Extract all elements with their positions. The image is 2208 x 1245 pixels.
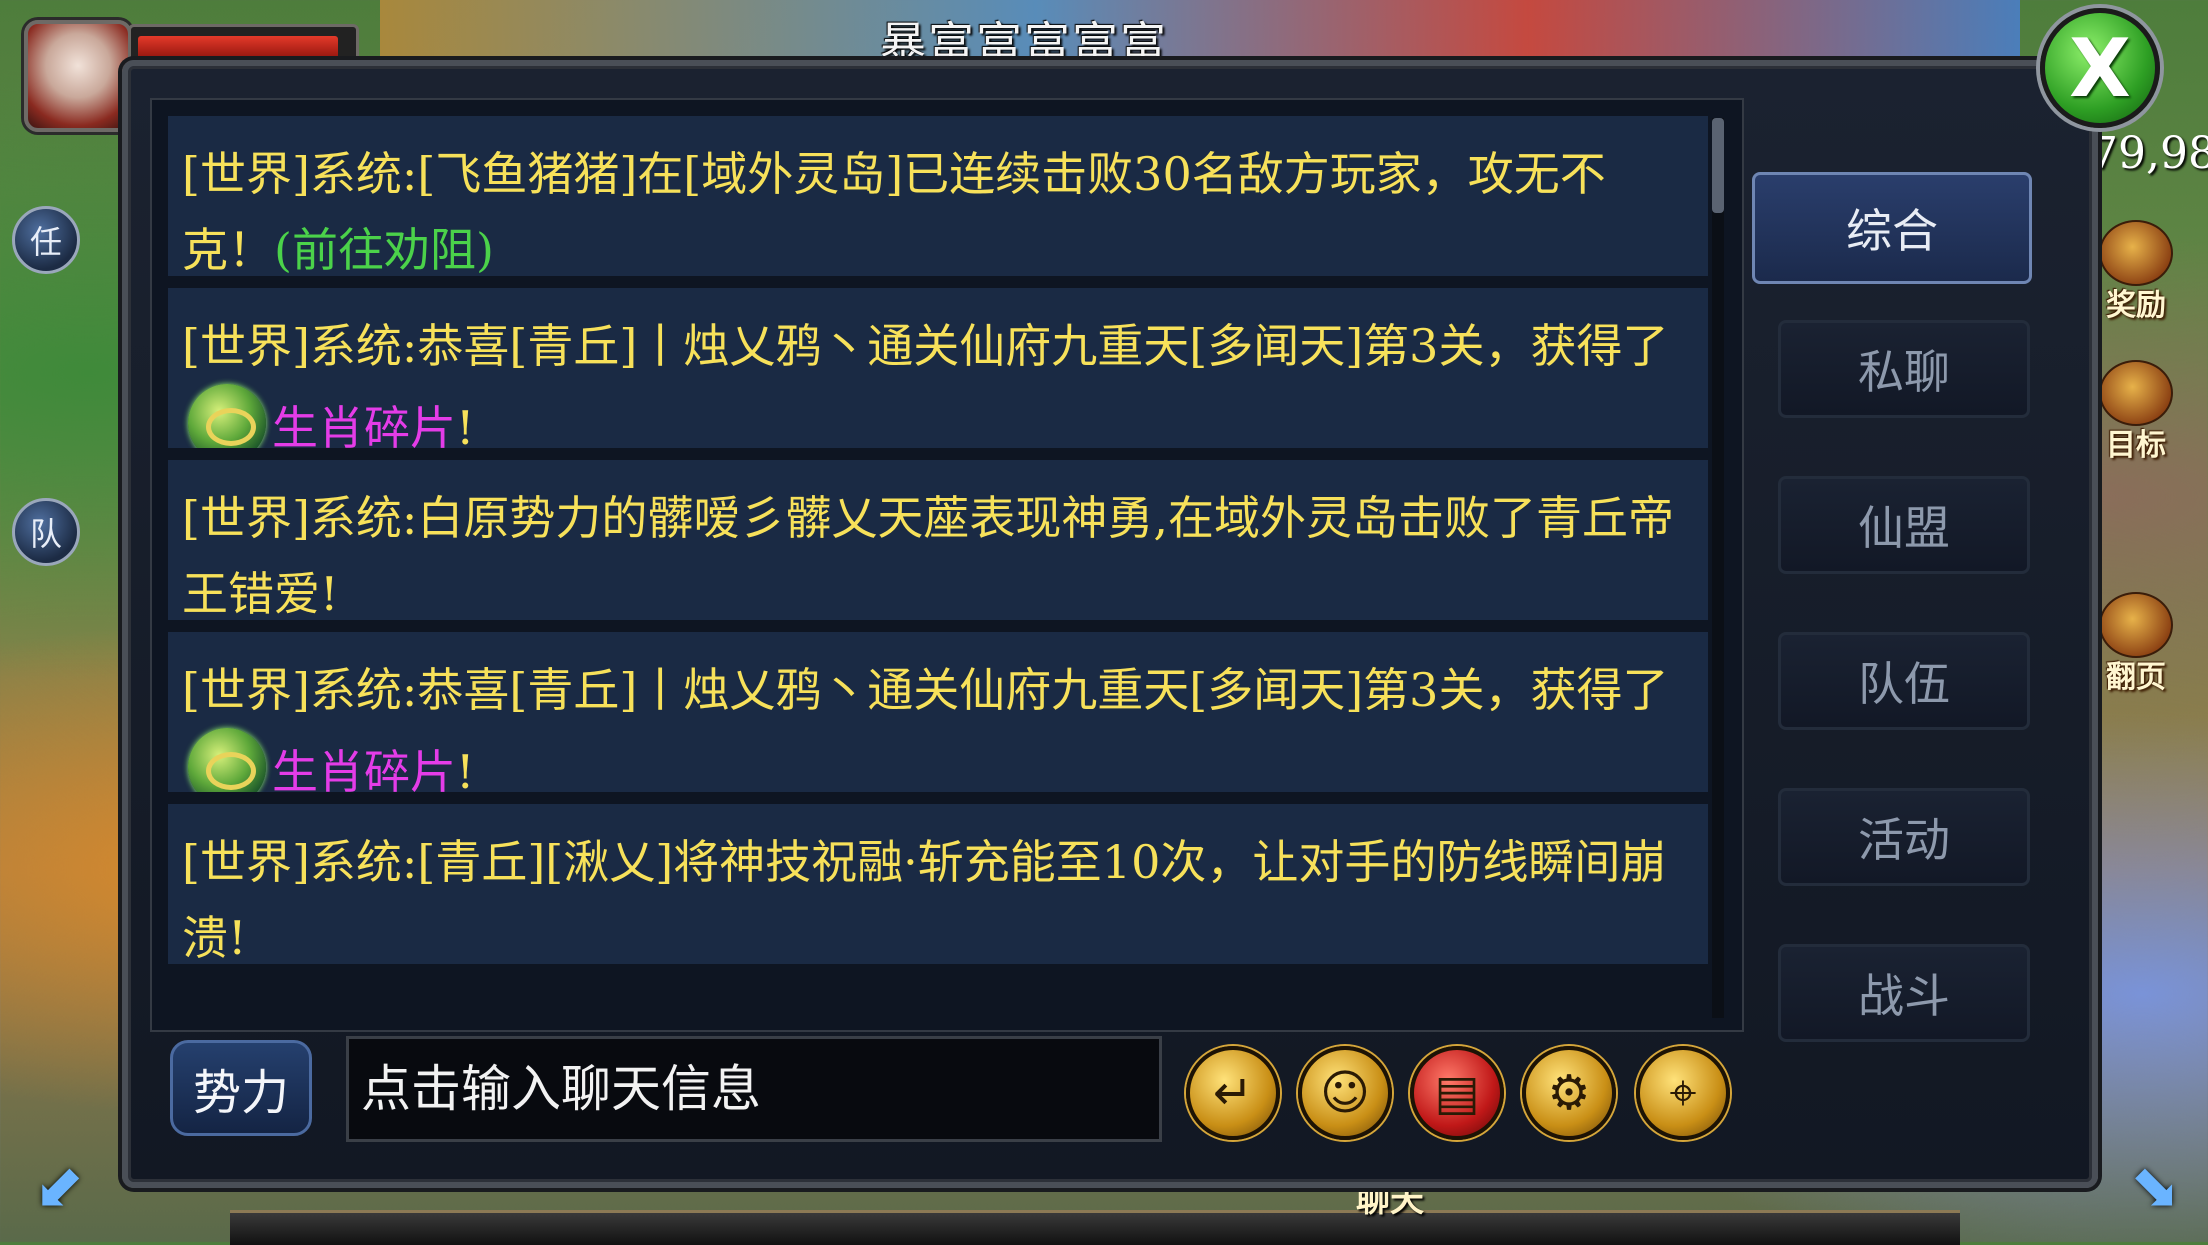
chat-input[interactable] [346, 1036, 1162, 1142]
message-item: [世界]系统:[青丘][湫乂]将神技祝融·斩充能至10次，让对手的防线瞬间崩溃! [168, 804, 1708, 964]
team-button[interactable]: 队 [12, 498, 80, 566]
gear-icon[interactable]: ⚙ [1522, 1046, 1616, 1140]
message-scrollbar[interactable] [1712, 118, 1724, 1018]
collapse-arrow-icon[interactable]: ⬋ [24, 1152, 94, 1222]
message-item: [世界]系统:[飞鱼猪猪]在[域外灵岛]已连续击败30名敌方玩家，攻无不克！(前… [168, 116, 1708, 276]
tab-general[interactable]: 综合 [1752, 172, 2032, 284]
target-icon [2099, 360, 2173, 426]
tab-private[interactable]: 私聊 [1778, 320, 2030, 418]
red-packet-icon[interactable]: ▤ [1410, 1046, 1504, 1140]
channel-tabs: 综合 私聊 仙盟 队伍 活动 战斗 [1752, 172, 2032, 1100]
tab-guild[interactable]: 仙盟 [1778, 476, 2030, 574]
tab-battle[interactable]: 战斗 [1778, 944, 2030, 1042]
item-link[interactable]: 生肖碎片 [272, 401, 456, 448]
top-decoration [380, 0, 2020, 68]
target-side-button[interactable]: 目标 [2096, 360, 2176, 463]
reward-side-button[interactable]: 奖励 [2096, 220, 2176, 323]
zodiac-fragment-icon[interactable] [188, 728, 266, 792]
dissuade-link[interactable]: (前往劝阻) [274, 223, 494, 276]
return-icon[interactable]: ↵ [1186, 1046, 1280, 1140]
message-item: [世界]系统:恭喜[青丘]丨烛乂鸦丶通关仙府九重天[多闻天]第3关，获得了生肖碎… [168, 632, 1708, 792]
message-item: [世界]系统:恭喜[青丘]丨烛乂鸦丶通关仙府九重天[多闻天]第3关，获得了生肖碎… [168, 288, 1708, 448]
tab-team[interactable]: 队伍 [1778, 632, 2030, 730]
page-flip-side-button[interactable]: 翻页 [2096, 592, 2176, 695]
message-item: [世界]系统:白原势力的髒嗳彡髒乂天蓙表现神勇,在域外灵岛击败了青丘帝王错爱! [168, 460, 1708, 620]
close-button[interactable]: X [2040, 8, 2160, 128]
treasure-chest-icon [2099, 220, 2173, 286]
message-list: [世界]系统:[飞鱼猪猪]在[域外灵岛]已连续击败30名敌方玩家，攻无不克！(前… [168, 116, 1708, 976]
task-button[interactable]: 任 [12, 206, 80, 274]
bottom-bar [230, 1210, 1960, 1245]
scroll-thumb[interactable] [1712, 118, 1724, 213]
expand-arrow-icon[interactable]: ⬊ [2120, 1152, 2190, 1222]
currency-readout: 79,98 [2090, 128, 2208, 179]
channel-select-button[interactable]: 势力 [170, 1040, 312, 1136]
avatar[interactable] [24, 20, 132, 132]
flip-arrow-icon [2099, 592, 2173, 658]
emoji-icon[interactable]: ☺ [1298, 1046, 1392, 1140]
hp-bar [138, 36, 338, 60]
message-panel[interactable]: [世界]系统:[飞鱼猪猪]在[域外灵岛]已连续击败30名敌方玩家，攻无不克！(前… [150, 98, 1744, 1032]
item-link[interactable]: 生肖碎片 [272, 745, 456, 792]
zodiac-fragment-icon[interactable] [188, 384, 266, 448]
location-icon[interactable]: ⌖ [1636, 1046, 1730, 1140]
tab-activity[interactable]: 活动 [1778, 788, 2030, 886]
